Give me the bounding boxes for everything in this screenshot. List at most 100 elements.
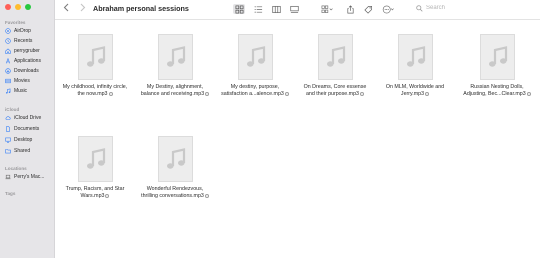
sidebar-item-perrys-mac[interactable]: Perry's Mac... <box>5 173 44 181</box>
sidebar: Favorites AirDrop Recents perrygruber Ap… <box>0 0 55 258</box>
tag-button[interactable] <box>363 5 373 14</box>
music-note-icon <box>326 46 345 67</box>
sidebar-item-label: Desktop <box>14 137 33 143</box>
icloud-status-icon <box>205 91 210 96</box>
audio-file-thumbnail <box>158 136 193 182</box>
airdrop-icon <box>5 28 11 34</box>
audio-file-thumbnail <box>158 34 193 80</box>
applications-icon <box>5 58 11 64</box>
sidebar-item-movies[interactable]: Movies <box>5 77 30 85</box>
chevron-left-icon <box>63 3 69 12</box>
audio-file-thumbnail <box>78 34 113 80</box>
group-icon <box>321 5 333 13</box>
share-icon <box>346 4 354 13</box>
file-name: On Dreams, Core essense and their purpose… <box>303 84 367 97</box>
sidebar-item-desktop[interactable]: Desktop <box>5 136 32 144</box>
columns-icon <box>271 5 281 13</box>
window-controls <box>5 4 31 10</box>
icloud-header: iCloud <box>5 107 20 112</box>
sidebar-item-label: Applications <box>14 58 41 64</box>
sidebar-item-label: Documents <box>14 126 40 132</box>
sidebar-item-label: Downloads <box>14 68 39 74</box>
audio-file-thumbnail <box>318 34 353 80</box>
back-button[interactable] <box>63 3 70 15</box>
sidebar-item-label: Recents <box>14 38 33 44</box>
music-note-icon <box>166 148 185 169</box>
list-icon <box>254 5 262 13</box>
sidebar-item-music[interactable]: Music <box>5 87 27 95</box>
search-icon <box>416 4 423 12</box>
download-icon <box>5 68 11 74</box>
gallery-view-button[interactable] <box>289 5 299 13</box>
share-button[interactable] <box>345 4 355 13</box>
audio-file-thumbnail <box>398 34 433 80</box>
file-name: Russian Nesting Dolls, Adjusting, Bec...C… <box>457 84 537 98</box>
icloud-status-icon <box>425 91 430 96</box>
search-box[interactable] <box>416 2 534 14</box>
document-icon <box>6 126 10 132</box>
clock-icon <box>5 38 11 44</box>
music-note-icon <box>166 46 185 67</box>
gallery-icon <box>289 5 299 13</box>
more-icon <box>382 5 394 13</box>
icloud-status-icon <box>105 193 110 198</box>
minimize-button[interactable] <box>15 4 21 10</box>
file-grid: My childhood, infinity circle, the now.mp… <box>55 20 540 258</box>
home-icon <box>5 48 11 54</box>
file-name: My destiny, purpose, satisfaction a...ale… <box>215 84 295 98</box>
forward-button[interactable] <box>79 3 86 15</box>
chevron-right-icon <box>80 3 86 12</box>
audio-file-thumbnail <box>480 34 515 80</box>
group-by-button[interactable] <box>320 5 334 13</box>
toolbar: Abraham personal sessions <box>55 0 540 20</box>
sidebar-item-recents[interactable]: Recents <box>5 37 32 45</box>
file-name: Wonderful Rendezvous, thrilling conversat… <box>135 186 215 200</box>
file-name: My childhood, infinity circle, the now.mp… <box>62 84 128 97</box>
icloud-status-icon <box>108 91 113 96</box>
audio-file-thumbnail <box>78 136 113 182</box>
search-input[interactable] <box>426 5 526 11</box>
sidebar-item-documents[interactable]: Documents <box>5 125 39 133</box>
music-note-icon <box>488 46 507 67</box>
zoom-button[interactable] <box>25 4 31 10</box>
sidebar-item-label: Movies <box>14 78 30 84</box>
list-view-button[interactable] <box>253 5 263 13</box>
close-button[interactable] <box>5 4 11 10</box>
music-note-icon <box>406 46 425 67</box>
window-title: Abraham personal sessions <box>93 4 189 13</box>
favorites-header: Favorites <box>5 20 26 25</box>
tag-icon <box>363 5 372 14</box>
tags-header: Tags <box>5 191 16 196</box>
icloud-status-icon <box>284 91 289 96</box>
cloud-icon <box>5 116 11 120</box>
icloud-status-icon <box>204 193 209 198</box>
sidebar-item-label: Perry's Mac... <box>14 174 45 180</box>
laptop-icon <box>5 174 11 180</box>
icloud-status-icon <box>360 91 364 96</box>
column-view-button[interactable] <box>271 5 281 13</box>
icon-view-button[interactable] <box>233 4 245 14</box>
music-icon <box>6 88 11 94</box>
sidebar-item-label: Music <box>14 88 28 94</box>
music-note-icon <box>86 148 105 169</box>
file-name: On MLM, Worldwide and Jerry.mp3 <box>385 84 445 97</box>
sidebar-item-shared[interactable]: Shared <box>5 147 30 155</box>
sidebar-item-airdrop[interactable]: AirDrop <box>5 27 31 35</box>
sidebar-item-label: iCloud Drive <box>14 115 42 121</box>
film-icon <box>5 78 11 84</box>
audio-file-thumbnail <box>238 34 273 80</box>
sidebar-item-downloads[interactable]: Downloads <box>5 67 39 75</box>
shared-folder-icon <box>5 149 11 154</box>
action-button[interactable] <box>381 5 395 13</box>
grid-icon <box>235 5 243 13</box>
sidebar-item-label: AirDrop <box>14 28 31 34</box>
desktop-icon <box>5 137 11 143</box>
sidebar-item-label: Shared <box>14 148 31 154</box>
sidebar-item-home[interactable]: perrygruber <box>5 47 40 55</box>
file-name: Trump, Racism, and Star Wars.mp3 <box>65 186 125 199</box>
locations-header: Locations <box>5 166 27 171</box>
sidebar-item-label: perrygruber <box>14 48 40 54</box>
icloud-status-icon <box>526 91 531 96</box>
sidebar-item-applications[interactable]: Applications <box>5 57 41 65</box>
sidebar-item-icloud-drive[interactable]: iCloud Drive <box>5 114 41 122</box>
